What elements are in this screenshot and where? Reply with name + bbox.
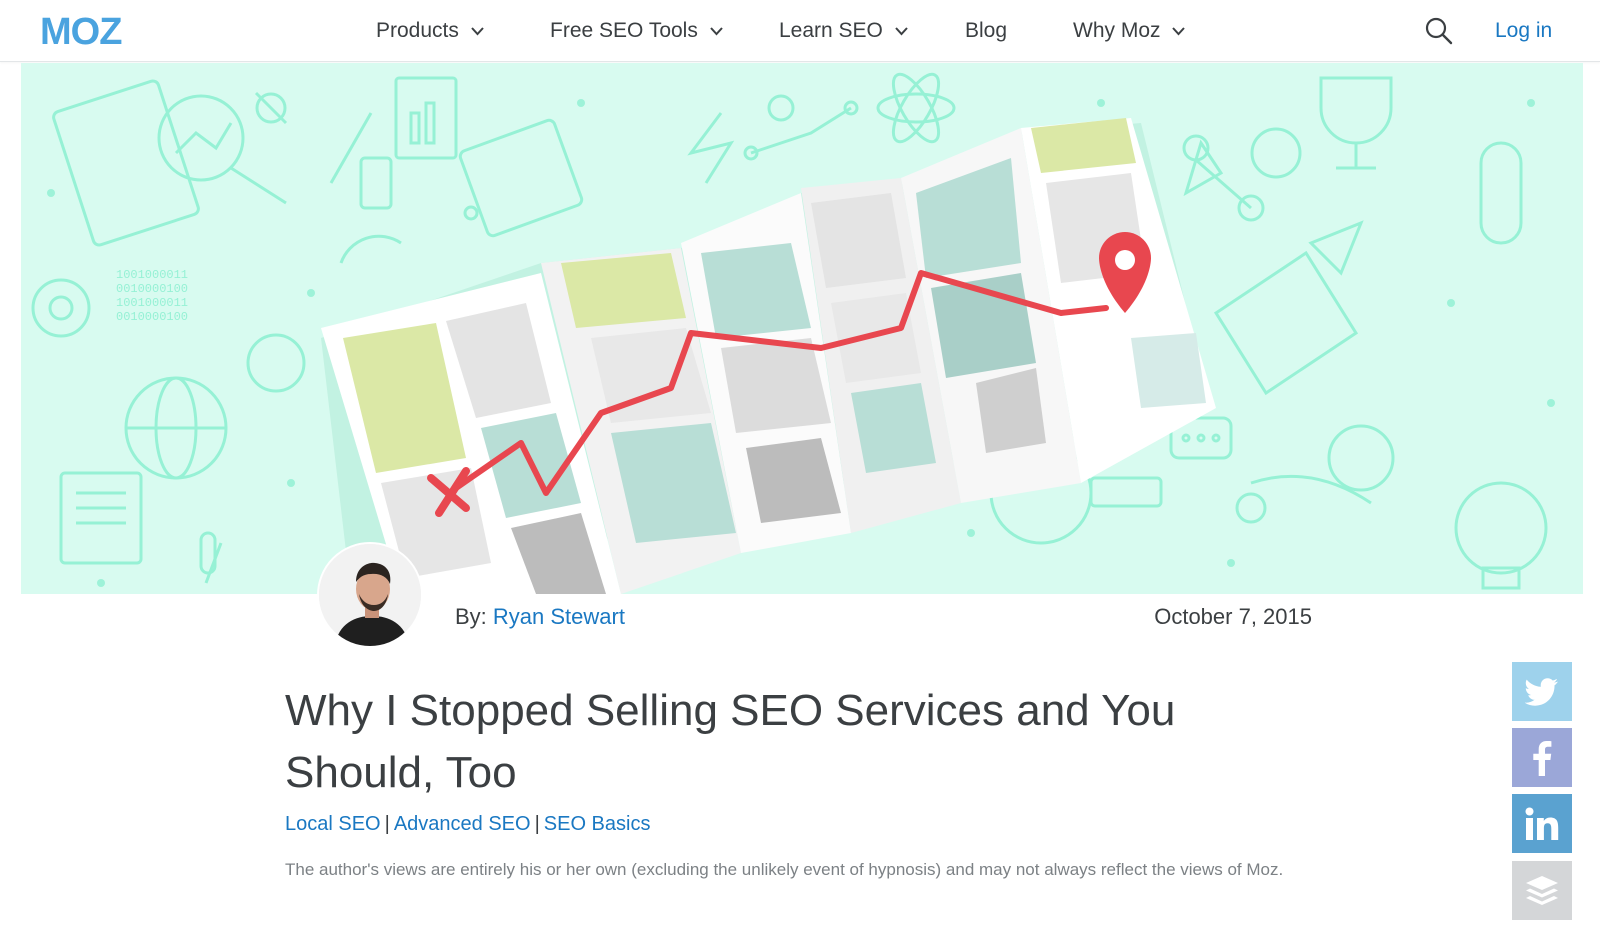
category-link-local-seo[interactable]: Local SEO [285,813,381,835]
share-twitter-button[interactable] [1512,662,1572,721]
category-list: Local SEO | Advanced SEO | SEO Basics [285,813,650,836]
site-header: MOZ Products Free SEO Tools Learn SEO Bl… [0,0,1600,62]
buffer-icon [1526,875,1558,905]
post-date: October 7, 2015 [1154,604,1312,629]
chevron-down-icon [470,27,484,36]
author-avatar[interactable] [317,542,423,648]
share-buffer-button[interactable] [1512,861,1572,920]
nav-free-seo-tools-label: Free SEO Tools [550,19,698,42]
category-separator: | [384,813,390,835]
svg-text:1001000011: 1001000011 [116,296,188,310]
nav-free-seo-tools[interactable]: Free SEO Tools [550,16,723,46]
author-link[interactable]: Ryan Stewart [493,604,625,629]
nav-learn-seo-label: Learn SEO [779,19,883,42]
svg-text:MOZ: MOZ [40,14,122,48]
byline-prefix: By: [455,604,493,629]
map-illustration: 1001000011001000010010010000110010000100 [31,72,1555,594]
svg-text:0010000100: 0010000100 [116,282,188,296]
share-facebook-button[interactable] [1512,728,1572,787]
author-photo [319,544,421,646]
nav-why-moz[interactable]: Why Moz [1073,16,1186,46]
share-linkedin-button[interactable] [1512,794,1572,853]
nav-blog-label: Blog [965,19,1008,42]
nav-why-moz-label: Why Moz [1073,19,1161,42]
facebook-icon [1533,740,1552,776]
article-title: Why I Stopped Selling SEO Services and Y… [285,686,1176,797]
nav-products[interactable]: Products [376,16,484,46]
category-link-advanced-seo[interactable]: Advanced SEO [394,813,531,835]
moz-logo[interactable]: MOZ [40,14,152,48]
category-link-seo-basics[interactable]: SEO Basics [544,813,651,835]
author-disclaimer: The author's views are entirely his or h… [285,860,1284,879]
nav-products-label: Products [376,19,459,42]
login-link[interactable]: Log in [1495,16,1552,46]
chevron-down-icon [895,27,908,36]
search-icon[interactable] [1424,16,1454,46]
svg-text:0010000100: 0010000100 [116,310,188,324]
byline: By: Ryan Stewart [455,604,625,630]
twitter-icon [1525,677,1558,706]
chevron-down-icon [1172,27,1186,36]
svg-text:1001000011: 1001000011 [116,268,188,282]
hero-banner: 1001000011 0010000100 1001000011 0010000100 [21,63,1583,594]
linkedin-icon [1525,807,1559,840]
chevron-down-icon [709,27,723,36]
nav-learn-seo[interactable]: Learn SEO [779,16,908,46]
category-separator: | [534,813,540,835]
nav-blog[interactable]: Blog [965,16,1007,46]
